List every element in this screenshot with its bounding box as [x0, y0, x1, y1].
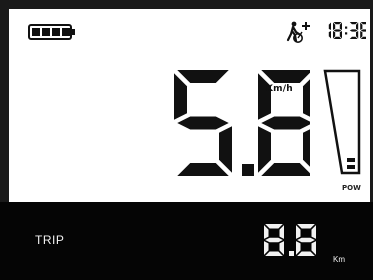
- clock-digit-segment-d: [360, 36, 366, 39]
- trip-digit-segment-b: [279, 225, 284, 239]
- clock-digit-segment-d: [349, 36, 358, 39]
- battery-bar: [32, 28, 40, 36]
- power-bar: [347, 165, 355, 169]
- clock-digit-segment-g: [333, 29, 342, 32]
- speed-digit-segment-a: [177, 70, 229, 83]
- speed-digit-segment-d: [177, 163, 229, 176]
- trip-digit-segment-d: [265, 251, 283, 256]
- trip-digit-segment-a: [265, 224, 283, 229]
- speed-digit-segment-c: [303, 129, 310, 167]
- clock-digit-segment-e: [333, 31, 336, 39]
- clock-digit-segment-e: [360, 31, 363, 39]
- speed-digit-segment-e: [258, 126, 271, 173]
- clock-digit-segment-b: [328, 22, 331, 30]
- speed-digit-segment-g: [177, 116, 229, 130]
- trip-digit-segment-g: [297, 237, 315, 243]
- speed-digit-segment-b: [303, 79, 310, 117]
- display-frame-top: [0, 0, 373, 9]
- trip-digit-segment-f: [296, 225, 301, 239]
- trip-digit-segment-a: [297, 224, 315, 229]
- power-meter: [320, 68, 366, 180]
- trip-digit-segment-f: [264, 225, 269, 239]
- clock-digit: [333, 22, 342, 39]
- clock-digit-segment-d: [333, 36, 342, 39]
- clock-digit-segment-b: [356, 22, 359, 30]
- clock-digit-segment-a: [360, 22, 366, 25]
- display-frame-left: [0, 0, 9, 202]
- speed-digit-segment-d: [261, 163, 310, 176]
- clock-digit-segment-f: [333, 22, 336, 30]
- walk-assist-icon: [285, 20, 313, 44]
- trip-digit-segment-e: [296, 241, 301, 255]
- battery-bar: [42, 28, 50, 36]
- clock-digit-segment-g: [360, 29, 366, 32]
- trip-digit: [296, 224, 316, 256]
- clock-digit-segment-g: [349, 29, 358, 32]
- trip-digit-segment-d: [297, 251, 315, 256]
- battery-bar: [62, 28, 70, 36]
- clock-digit-segment-c: [356, 31, 359, 39]
- clock-digit-segment-c: [339, 31, 342, 39]
- clock-digit: [360, 22, 366, 39]
- trip-value: [262, 222, 318, 258]
- speed-unit: Km/h: [266, 84, 293, 94]
- speed-decimal-point: [242, 164, 254, 176]
- clock-digit: [349, 22, 359, 39]
- speed-digit-segment-f: [174, 73, 187, 120]
- clock-digit-segment-f: [360, 22, 363, 30]
- clock-digit-segment-a: [349, 22, 358, 25]
- power-label: POW: [342, 184, 361, 192]
- trip-digit: [264, 224, 284, 256]
- speed-digit-segment-f: [258, 73, 271, 120]
- clock-digit-segment-c: [328, 31, 331, 39]
- trip-decimal-point: [289, 251, 294, 256]
- trip-unit: Km: [333, 255, 345, 264]
- trip-label: TRIP: [35, 233, 65, 247]
- trip-digit-segment-b: [311, 225, 316, 239]
- lcd-display: Km/h POW TRIP Km: [0, 0, 373, 280]
- clock-colon-dot: [345, 26, 348, 29]
- trip-digit-segment-e: [264, 241, 269, 255]
- clock-digit: [328, 22, 331, 39]
- clock-digit-segment-a: [333, 22, 342, 25]
- trip-digit-segment-g: [265, 237, 283, 243]
- speed-digit-segment-g: [261, 116, 310, 130]
- battery-icon: [28, 24, 76, 40]
- clock-digit-segment-b: [339, 22, 342, 30]
- speed-digit-segment-a: [261, 70, 310, 83]
- speed-digit-segment-c: [219, 126, 232, 173]
- clock-display: [322, 20, 366, 42]
- trip-digit-segment-c: [279, 241, 284, 255]
- speed-digit: [174, 70, 232, 176]
- clock-colon-dot: [345, 32, 348, 35]
- power-bar: [347, 158, 355, 162]
- trip-digit-segment-c: [311, 241, 316, 255]
- battery-bar: [52, 28, 60, 36]
